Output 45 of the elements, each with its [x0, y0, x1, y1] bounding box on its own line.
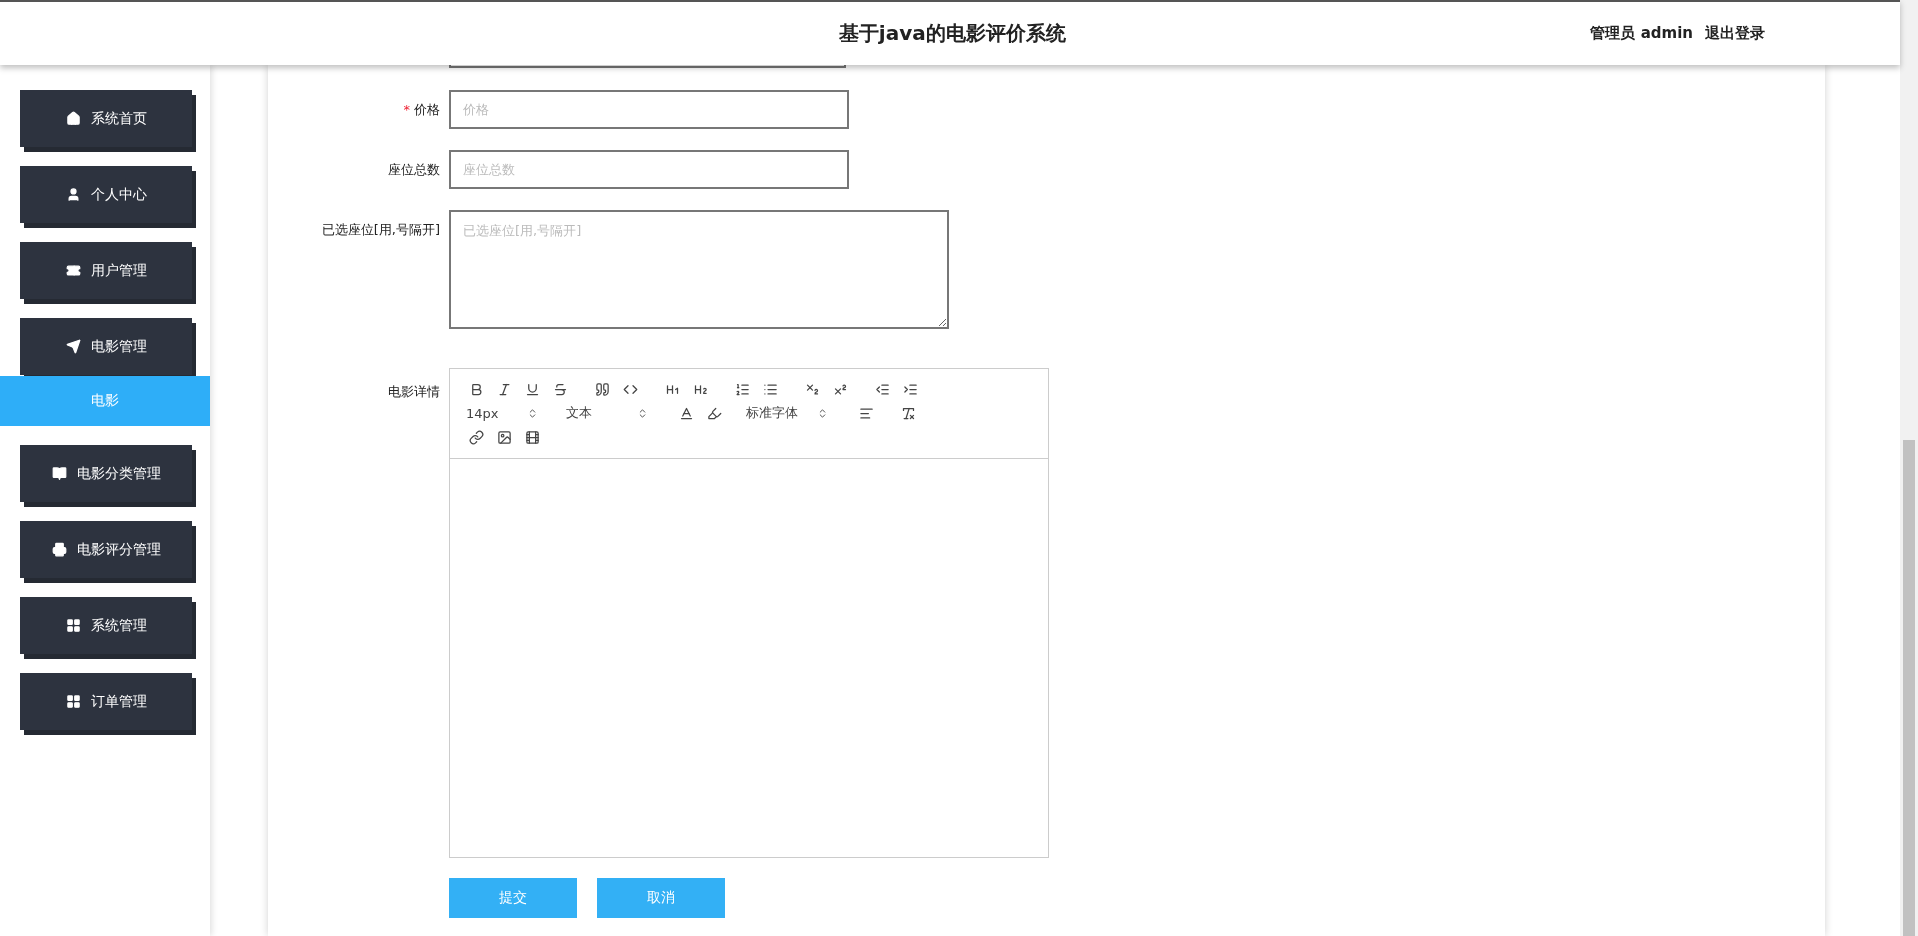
input-field[interactable]	[449, 65, 846, 68]
link-icon	[468, 429, 484, 445]
underline-icon	[524, 381, 540, 397]
strikethrough-icon	[552, 381, 568, 397]
menu-icon	[51, 542, 67, 557]
required-mark: *	[403, 101, 410, 119]
user-name: 管理员 admin	[1590, 24, 1693, 43]
textarea-field[interactable]: 已选座位[用,号隔开]	[449, 210, 949, 329]
align-left-icon	[858, 405, 874, 421]
menu-icon	[65, 187, 81, 202]
header-dropdown[interactable]: 文本	[562, 403, 652, 423]
updown-icon	[637, 407, 648, 419]
quote-icon	[594, 381, 610, 397]
image-icon	[496, 429, 512, 445]
updown-icon	[817, 407, 828, 419]
outdent-icon	[874, 381, 890, 397]
highlighter-icon	[706, 405, 722, 421]
menu-icon	[65, 339, 81, 354]
numbered-list-icon	[734, 381, 750, 397]
indent-icon	[902, 381, 918, 397]
italic-icon	[496, 381, 512, 397]
size-dropdown[interactable]: 14px	[462, 403, 542, 423]
superscript-icon	[832, 381, 848, 397]
field-label: 电影详情	[388, 383, 440, 401]
bullet-list-icon	[762, 381, 778, 397]
input-field[interactable]: 价格	[449, 90, 849, 129]
menu-icon	[65, 111, 81, 126]
input-field[interactable]: 座位总数	[449, 150, 849, 189]
field-label: 座位总数	[388, 161, 440, 179]
menu-icon	[65, 618, 81, 633]
field-label: 价格	[414, 101, 440, 119]
menu-icon	[65, 694, 81, 709]
text-color-icon	[678, 405, 694, 421]
logout-link[interactable]: 退出登录	[1705, 24, 1765, 43]
font-dropdown[interactable]: 标准字体	[742, 403, 832, 423]
updown-icon	[527, 407, 538, 419]
page-title: 基于java的电影评价系统	[837, 20, 1067, 47]
menu-icon	[65, 263, 81, 278]
field-label: 已选座位[用,号隔开]	[321, 221, 440, 239]
film-icon	[524, 429, 540, 445]
menu-icon	[51, 466, 67, 481]
scrollbar[interactable]	[1900, 0, 1918, 936]
subscript-icon	[804, 381, 820, 397]
scrollbar-thumb[interactable]	[1903, 440, 1915, 936]
clear-format-icon	[900, 405, 916, 421]
